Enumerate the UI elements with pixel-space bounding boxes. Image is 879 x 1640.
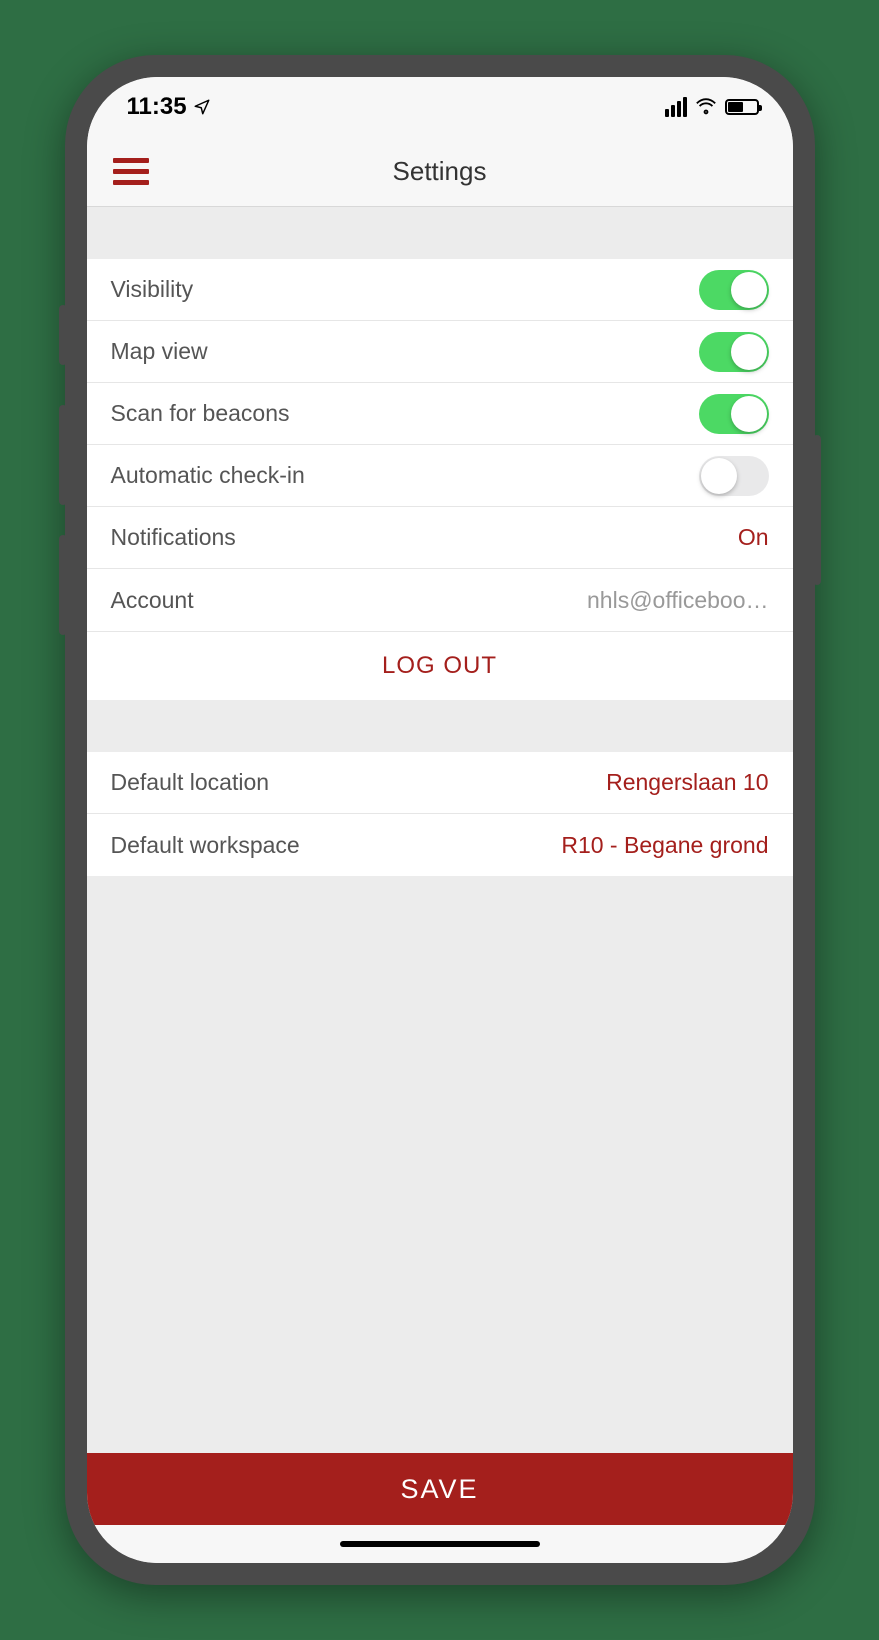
phone-frame: 11:35 Settings Visibility [65,55,815,1585]
row-visibility: Visibility [87,259,793,321]
section-gap [87,700,793,752]
row-value: Rengerslaan 10 [606,769,768,796]
row-value: nhls@officeboo… [587,587,768,614]
section-gap [87,207,793,259]
side-button [813,435,821,585]
row-account[interactable]: Account nhls@officeboo… [87,569,793,631]
row-value: On [738,524,769,551]
row-value: R10 - Begane grond [561,832,768,859]
content-filler [87,876,793,1453]
page-title: Settings [87,156,793,187]
screen: 11:35 Settings Visibility [87,77,793,1563]
row-label: Notifications [111,524,236,551]
row-label: Automatic check-in [111,462,305,489]
status-time: 11:35 [127,93,187,121]
row-label: Default workspace [111,832,300,859]
row-default-location[interactable]: Default location Rengerslaan 10 [87,752,793,814]
row-label: Visibility [111,276,194,303]
battery-icon [725,99,759,115]
save-label: SAVE [400,1474,478,1505]
side-button [59,405,67,505]
toggle-visibility[interactable] [699,270,769,310]
defaults-list: Default location Rengerslaan 10 Default … [87,752,793,876]
logout-label: LOG OUT [382,652,497,679]
home-indicator-area [87,1525,793,1563]
toggle-beacons[interactable] [699,394,769,434]
row-label: Map view [111,338,208,365]
save-button[interactable]: SAVE [87,1453,793,1525]
toggle-auto-checkin[interactable] [699,456,769,496]
row-notifications[interactable]: Notifications On [87,507,793,569]
status-bar: 11:35 [87,77,793,137]
app-header: Settings [87,137,793,207]
cellular-icon [665,97,687,117]
side-button [59,535,67,635]
row-default-workspace[interactable]: Default workspace R10 - Begane grond [87,814,793,876]
row-label: Scan for beacons [111,400,290,427]
toggle-map-view[interactable] [699,332,769,372]
logout-button[interactable]: LOG OUT [87,631,793,700]
row-beacons: Scan for beacons [87,383,793,445]
home-indicator[interactable] [340,1541,540,1547]
wifi-icon [695,98,717,116]
row-map-view: Map view [87,321,793,383]
menu-icon[interactable] [113,158,149,186]
row-label: Default location [111,769,270,796]
side-button [59,305,67,365]
row-label: Account [111,587,194,614]
status-left: 11:35 [127,93,211,121]
location-arrow-icon [193,98,211,116]
settings-list: Visibility Map view Scan for beacons Aut… [87,259,793,631]
row-auto-checkin: Automatic check-in [87,445,793,507]
status-right [665,97,759,117]
